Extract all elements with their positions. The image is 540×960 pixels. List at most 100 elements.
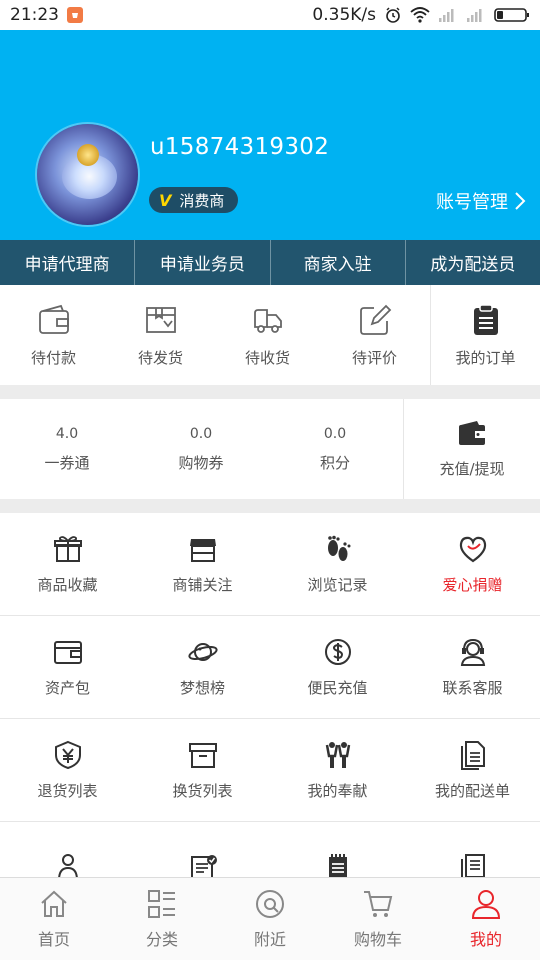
points-label: 积分 xyxy=(319,453,350,472)
nav-home[interactable]: 首页 xyxy=(0,878,108,960)
category-icon xyxy=(148,890,175,918)
username: u15874319302 xyxy=(150,134,330,160)
nav-cart-label: 购物车 xyxy=(353,930,402,949)
utility-recharge[interactable]: 便民充值 xyxy=(270,616,405,718)
section-divider xyxy=(0,385,540,399)
section-divider xyxy=(0,499,540,513)
role-bar: 申请代理商 申请业务员 商家入驻 成为配送员 xyxy=(0,240,540,285)
followed-shops-label: 商铺关注 xyxy=(172,575,233,594)
member-level-badge: V 消费商 xyxy=(149,187,239,213)
dollar-icon xyxy=(324,638,351,665)
recharge-withdraw[interactable]: 充值/提现 xyxy=(403,399,540,499)
account-manage-label: 账号管理 xyxy=(436,192,508,213)
notepad-icon xyxy=(328,854,347,877)
my-orders-label: 我的订单 xyxy=(455,348,516,367)
status-right: 0.35K/s xyxy=(312,5,530,25)
contact-support[interactable]: 联系客服 xyxy=(405,616,540,718)
grid-item-partial-3[interactable] xyxy=(270,852,405,877)
archive-icon xyxy=(188,742,217,768)
feature-grid-row: 资产包 梦想榜 便民充值 联系客服 xyxy=(0,616,540,719)
wallet-shopping-voucher[interactable]: 0.0 购物券 xyxy=(134,399,268,499)
nav-home-label: 首页 xyxy=(37,930,70,949)
heart-icon xyxy=(459,536,486,562)
charity-donation[interactable]: 爱心捐赠 xyxy=(405,513,540,615)
apply-agent-button[interactable]: 申请代理商 xyxy=(0,240,136,285)
wallet-coupon-pass[interactable]: 4.0 一券通 xyxy=(0,399,134,499)
asset-package-label: 资产包 xyxy=(44,678,90,697)
user-icon xyxy=(471,890,501,919)
grid-item-partial-4[interactable] xyxy=(405,852,540,877)
order-pending-receipt[interactable]: 待收货 xyxy=(214,285,321,385)
people-icon xyxy=(325,741,350,768)
edit-icon xyxy=(359,304,391,335)
status-time: 21:23 xyxy=(10,5,59,25)
my-delivery-orders[interactable]: 我的配送单 xyxy=(405,719,540,821)
nav-nearby[interactable]: 附近 xyxy=(216,878,324,960)
return-list[interactable]: 退货列表 xyxy=(0,719,135,821)
exchange-list[interactable]: 换货列表 xyxy=(135,719,270,821)
favorite-products[interactable]: 商品收藏 xyxy=(0,513,135,615)
grid-item-partial-1[interactable] xyxy=(0,852,135,877)
order-pending-payment[interactable]: 待付款 xyxy=(0,285,107,385)
become-courier-button[interactable]: 成为配送员 xyxy=(406,240,540,285)
nav-category[interactable]: 分类 xyxy=(108,878,216,960)
wallet-icon xyxy=(38,304,69,334)
nav-category-label: 分类 xyxy=(145,930,178,949)
my-contribution[interactable]: 我的奉献 xyxy=(270,719,405,821)
favorite-products-label: 商品收藏 xyxy=(37,575,98,594)
apply-salesman-button[interactable]: 申请业务员 xyxy=(135,240,271,285)
order-pending-shipment[interactable]: 待发货 xyxy=(107,285,214,385)
notification-app-icon xyxy=(67,7,83,23)
box-icon xyxy=(145,306,176,333)
shopping-voucher-value: 0.0 xyxy=(189,425,213,442)
nav-mine[interactable]: 我的 xyxy=(432,878,540,960)
profile-header: u15874319302 V 消费商 账号管理 xyxy=(0,30,540,240)
feature-grid-row-partial xyxy=(0,822,540,877)
coupon-pass-label: 一券通 xyxy=(44,453,90,472)
merchant-join-button[interactable]: 商家入驻 xyxy=(271,240,406,285)
exchange-list-label: 换货列表 xyxy=(172,781,233,800)
order-pending-payment-label: 待付款 xyxy=(30,348,76,367)
dream-ranking[interactable]: 梦想榜 xyxy=(135,616,270,718)
order-pending-shipment-label: 待发货 xyxy=(137,348,183,367)
my-orders[interactable]: 我的订单 xyxy=(430,285,540,385)
utility-recharge-label: 便民充值 xyxy=(307,678,368,697)
return-list-label: 退货列表 xyxy=(37,781,98,800)
browse-history-label: 浏览记录 xyxy=(307,575,368,594)
nearby-icon xyxy=(256,890,284,918)
grid-item-partial-2[interactable] xyxy=(135,852,270,877)
documents-icon xyxy=(460,740,485,770)
order-pending-review[interactable]: 待评价 xyxy=(321,285,428,385)
nav-cart[interactable]: 购物车 xyxy=(324,878,432,960)
bottom-nav: 首页 分类 附近 购物车 我的 xyxy=(0,877,540,960)
dream-ranking-label: 梦想榜 xyxy=(179,678,225,697)
home-icon xyxy=(41,890,67,917)
followed-shops[interactable]: 商铺关注 xyxy=(135,513,270,615)
network-speed: 0.35K/s xyxy=(312,5,376,25)
browse-history[interactable]: 浏览记录 xyxy=(270,513,405,615)
truck-icon xyxy=(253,308,282,333)
contact-support-label: 联系客服 xyxy=(442,678,503,697)
headset-icon xyxy=(460,638,485,666)
signal-icon-2 xyxy=(467,9,482,22)
account-manage-link[interactable]: 账号管理 xyxy=(436,188,526,214)
signal-icon-1 xyxy=(439,9,454,22)
cart-icon xyxy=(364,891,393,917)
wallet-icon xyxy=(459,420,485,445)
shop-icon xyxy=(189,538,216,562)
copy-documents-icon xyxy=(460,854,485,877)
battery-icon xyxy=(494,8,529,22)
yen-shield-icon xyxy=(54,740,81,769)
nav-mine-label: 我的 xyxy=(469,930,502,949)
charity-donation-label: 爱心捐赠 xyxy=(442,575,503,594)
badge-label: 消费商 xyxy=(179,191,225,210)
wallet-points[interactable]: 0.0 积分 xyxy=(268,399,402,499)
coupon-pass-value: 4.0 xyxy=(55,425,79,442)
gift-icon xyxy=(53,535,82,562)
my-contribution-label: 我的奉献 xyxy=(307,781,368,800)
avatar[interactable] xyxy=(37,124,138,225)
wallet-icon xyxy=(53,640,82,664)
badge-letter: V xyxy=(159,190,172,210)
asset-package[interactable]: 资产包 xyxy=(0,616,135,718)
clipboard-icon xyxy=(473,303,498,335)
